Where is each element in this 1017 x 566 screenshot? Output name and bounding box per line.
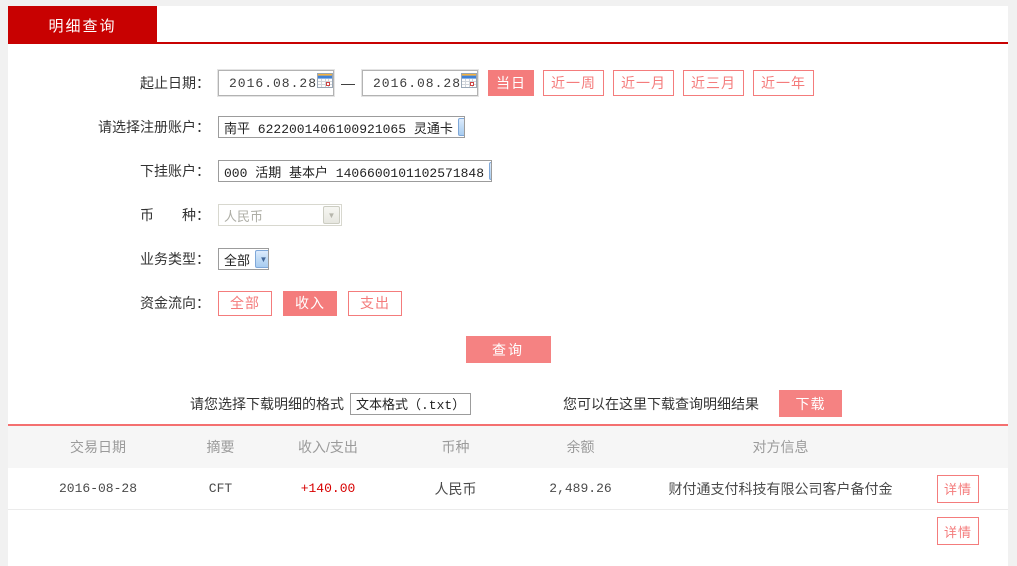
quick-range-month-button[interactable]: 近一月 [613, 70, 674, 96]
currency-value: 人民币 [224, 209, 264, 225]
table-row: 2016-08-28 CFT +140.00 人民币 2,489.26 财付通支… [8, 468, 1008, 510]
business-type-value: 全部 [224, 253, 251, 269]
sub-account-row: 下挂账户： 000 活期 基本户 1406600101102571848 ▼ [8, 158, 1008, 184]
fund-flow-all-button[interactable]: 全部 [218, 290, 272, 316]
download-row: 请您选择下载明细的格式 文本格式（.txt） ▼ 您可以在这里下载查询明细结果 … [190, 390, 1008, 417]
quick-range-today-button[interactable]: 当日 [488, 70, 534, 96]
tab-bar: 明细查询 [8, 6, 1008, 44]
register-account-label: 请选择注册账户： [98, 119, 210, 135]
header-summary: 摘要 [206, 439, 235, 455]
cell-summary: CFT [208, 481, 233, 496]
cell-balance: 2,489.26 [549, 481, 612, 496]
cell-trade-date: 2016-08-28 [58, 481, 137, 496]
fund-flow-income-button[interactable]: 收入 [283, 290, 337, 316]
results-table: 交易日期 摘要 收入/支出 币种 余额 对方信息 2016-08-28 CFT … [8, 424, 1008, 552]
table-row: 详情 [8, 510, 1008, 552]
fund-flow-label: 资金流向： [140, 295, 210, 311]
detail-button[interactable]: 详情 [937, 517, 979, 545]
date-range-row: 起止日期： 2016.08.28 — 2016.08.28 当日 近一周 近一月… [8, 70, 1008, 96]
cell-amount: +140.00 [300, 481, 356, 496]
currency-label: 币 种： [140, 207, 210, 223]
date-range-label: 起止日期： [140, 75, 210, 91]
query-button-row: 查询 [8, 336, 1008, 363]
register-account-select[interactable]: 南平 6222001406100921065 灵通卡 ▼ [218, 116, 465, 138]
download-format-value: 文本格式（.txt） [356, 398, 466, 413]
query-button[interactable]: 查询 [465, 336, 551, 363]
calendar-icon[interactable] [461, 73, 478, 93]
cell-counterparty: 财付通支付科技有限公司客户备付金 [668, 480, 893, 497]
content-panel: 明细查询 起止日期： 2016.08.28 — 2016.08.28 当日 近一… [8, 6, 1008, 566]
header-currency: 币种 [441, 439, 470, 455]
chevron-down-icon[interactable]: ▼ [470, 395, 471, 413]
detail-button[interactable]: 详情 [937, 474, 979, 503]
business-type-row: 业务类型： 全部 ▼ [8, 246, 1008, 272]
business-type-label: 业务类型： [140, 251, 210, 267]
cell-currency: 人民币 [434, 480, 477, 497]
chevron-down-icon[interactable]: ▼ [457, 118, 464, 136]
end-date-input[interactable]: 2016.08.28 [362, 70, 478, 96]
quick-range-year-button[interactable]: 近一年 [753, 70, 814, 96]
start-date-input[interactable]: 2016.08.28 [218, 70, 334, 96]
tab-detail-query[interactable]: 明细查询 [8, 6, 157, 44]
end-date-value: 2016.08.28 [373, 75, 462, 91]
header-in-out: 收入/支出 [298, 439, 358, 455]
chevron-down-icon: ▼ [323, 206, 340, 224]
chevron-down-icon[interactable]: ▼ [489, 162, 491, 180]
register-account-value: 南平 6222001406100921065 灵通卡 [224, 121, 453, 137]
header-balance: 余额 [566, 439, 595, 455]
header-trade-date: 交易日期 [70, 439, 126, 455]
business-type-select[interactable]: 全部 ▼ [218, 248, 269, 270]
download-format-label: 请您选择下载明细的格式 [190, 395, 344, 412]
header-counterparty: 对方信息 [752, 439, 809, 455]
fund-flow-expense-button[interactable]: 支出 [348, 290, 402, 316]
start-date-value: 2016.08.28 [229, 75, 318, 91]
table-header-row: 交易日期 摘要 收入/支出 币种 余额 对方信息 [8, 426, 1008, 468]
fund-flow-row: 资金流向： 全部 收入 支出 [8, 290, 1008, 316]
sub-account-value: 000 活期 基本户 1406600101102571848 [224, 165, 485, 181]
currency-select: 人民币 ▼ [218, 204, 342, 226]
chevron-down-icon[interactable]: ▼ [255, 250, 268, 268]
currency-row: 币 种： 人民币 ▼ [8, 202, 1008, 228]
download-format-select[interactable]: 文本格式（.txt） ▼ [350, 392, 471, 415]
download-hint: 您可以在这里下载查询明细结果 [563, 395, 759, 412]
query-form: 起止日期： 2016.08.28 — 2016.08.28 当日 近一周 近一月… [8, 44, 1008, 417]
sub-account-label: 下挂账户： [140, 163, 210, 179]
calendar-icon[interactable] [317, 73, 334, 93]
quick-range-3months-button[interactable]: 近三月 [683, 70, 744, 96]
quick-range-week-button[interactable]: 近一周 [543, 70, 604, 96]
date-separator: — [341, 75, 355, 91]
download-button[interactable]: 下载 [779, 390, 842, 417]
register-account-row: 请选择注册账户： 南平 6222001406100921065 灵通卡 ▼ [8, 114, 1008, 140]
sub-account-select[interactable]: 000 活期 基本户 1406600101102571848 ▼ [218, 160, 492, 182]
